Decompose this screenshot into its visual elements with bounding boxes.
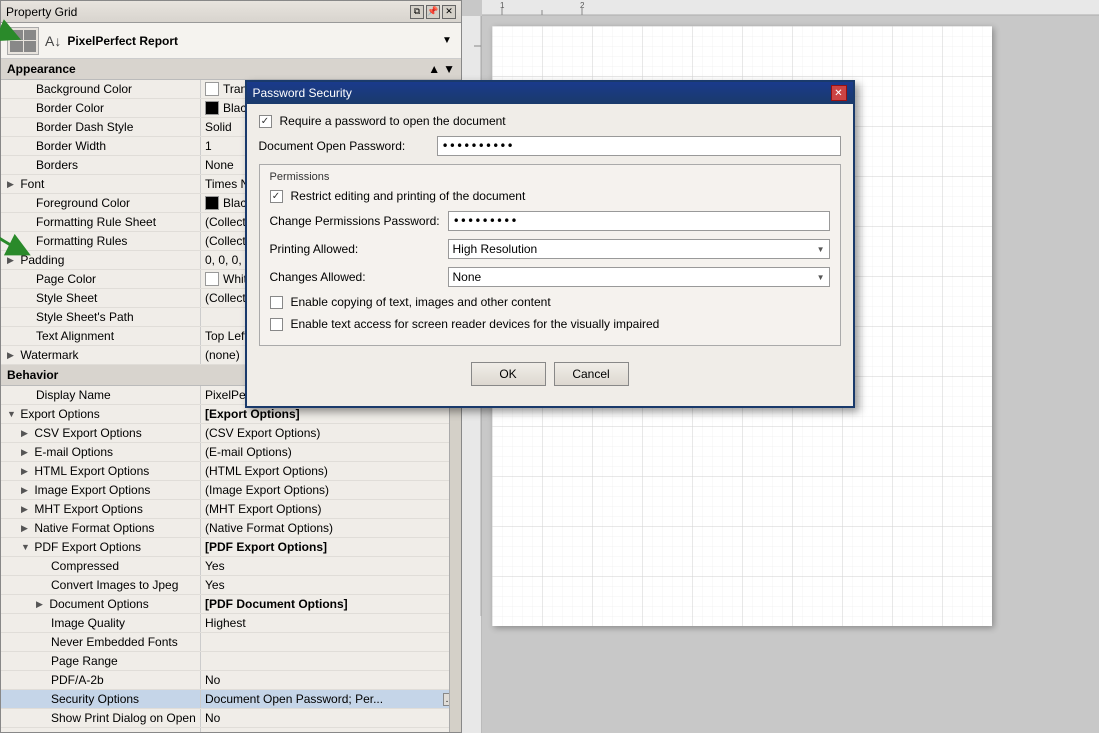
- dialog-body: Require a password to open the document …: [247, 104, 853, 406]
- printing-allowed-dropdown-arrow: ▼: [817, 245, 825, 254]
- printing-allowed-label: Printing Allowed:: [270, 242, 440, 256]
- arrow-annotation-1: [0, 0, 60, 80]
- require-password-checkbox[interactable]: [259, 115, 272, 128]
- dialog-title: Password Security: [253, 86, 352, 100]
- change-permissions-label: Change Permissions Password:: [270, 214, 440, 228]
- restrict-editing-checkbox[interactable]: [270, 190, 283, 203]
- document-password-row: Document Open Password:: [259, 136, 841, 156]
- document-password-input[interactable]: [437, 136, 841, 156]
- require-password-row: Require a password to open the document: [259, 114, 841, 128]
- permissions-title: Permissions: [270, 171, 830, 183]
- dialog-footer: OK Cancel: [259, 352, 841, 396]
- restrict-editing-label: Restrict editing and printing of the doc…: [291, 189, 526, 203]
- printing-allowed-value: High Resolution: [453, 242, 817, 256]
- printing-allowed-select[interactable]: High Resolution ▼: [448, 239, 830, 259]
- changes-allowed-row: Changes Allowed: None ▼: [270, 267, 830, 287]
- changes-allowed-label: Changes Allowed:: [270, 270, 440, 284]
- cancel-button[interactable]: Cancel: [554, 362, 629, 386]
- permissions-group: Permissions Restrict editing and printin…: [259, 164, 841, 346]
- change-permissions-input[interactable]: [448, 211, 830, 231]
- enable-text-access-checkbox[interactable]: [270, 318, 283, 331]
- password-security-dialog: Password Security ✕ Require a password t…: [245, 80, 855, 408]
- enable-copying-checkbox[interactable]: [270, 296, 283, 309]
- enable-text-access-row: Enable text access for screen reader dev…: [270, 317, 830, 331]
- printing-allowed-row: Printing Allowed: High Resolution ▼: [270, 239, 830, 259]
- enable-copying-label: Enable copying of text, images and other…: [291, 295, 551, 309]
- document-password-label: Document Open Password:: [259, 139, 429, 153]
- dialog-close-button[interactable]: ✕: [831, 85, 847, 101]
- change-permissions-row: Change Permissions Password:: [270, 211, 830, 231]
- enable-copying-row: Enable copying of text, images and other…: [270, 295, 830, 309]
- arrow-annotation-2: [0, 60, 50, 280]
- enable-text-access-label: Enable text access for screen reader dev…: [291, 317, 660, 331]
- dialog-overlay: Password Security ✕ Require a password t…: [0, 0, 1099, 733]
- ok-button[interactable]: OK: [471, 362, 546, 386]
- restrict-editing-row: Restrict editing and printing of the doc…: [270, 189, 830, 203]
- changes-allowed-value: None: [453, 270, 817, 284]
- changes-allowed-dropdown-arrow: ▼: [817, 273, 825, 282]
- dialog-titlebar: Password Security ✕: [247, 82, 853, 104]
- changes-allowed-select[interactable]: None ▼: [448, 267, 830, 287]
- require-password-label: Require a password to open the document: [280, 114, 506, 128]
